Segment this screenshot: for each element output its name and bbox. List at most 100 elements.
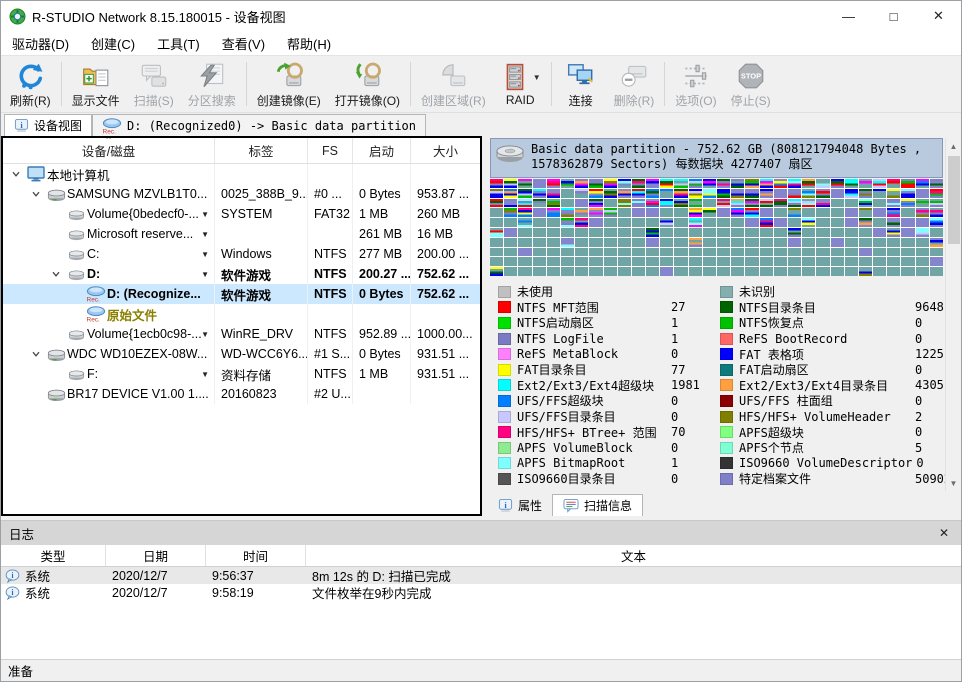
toolbar-button-create-image[interactable]: 创建镜像(E): [250, 56, 328, 112]
device-label-cell: [215, 224, 308, 244]
log-column-header-0[interactable]: 类型: [1, 545, 106, 566]
window-title: R-STUDIO Network 8.15.180015 - 设备视图: [32, 7, 286, 26]
device-tree-row-3[interactable]: Microsoft reserve...▼261 MB16 MB: [3, 224, 480, 244]
device-tree-row-2[interactable]: Volume{0bedecf0-...▼SYSTEMFAT321 MB260 M…: [3, 204, 480, 224]
device-tree-row-10[interactable]: F:▼资料存储NTFS1 MB931.51 ...: [3, 364, 480, 384]
blockmap-cell: [788, 179, 801, 188]
legend-label: Ext2/Ext3/Ext4超级块: [517, 377, 667, 394]
tree-expander-icon[interactable]: [27, 189, 45, 199]
blockmap-cell: [859, 179, 872, 188]
blockmap-cell: [547, 218, 560, 227]
toolbar-button-refresh[interactable]: 刷新(R): [3, 56, 58, 112]
blockmap-cell: [901, 208, 914, 217]
device-tree-row-4[interactable]: C:▼WindowsNTFS277 MB200.00 ...: [3, 244, 480, 264]
tree-expander-icon[interactable]: [7, 169, 25, 179]
device-name: C:: [87, 247, 100, 261]
blockmap-cell: [859, 248, 872, 257]
toolbar: 刷新(R)显示文件扫描(S)分区搜索创建镜像(E)打开镜像(O)创建区域(R)▼…: [1, 56, 961, 113]
scroll-up-icon[interactable]: ▲: [946, 138, 962, 154]
blockmap-cell: [831, 189, 844, 198]
disk-icon: [495, 142, 525, 168]
tree-indent: [3, 314, 67, 315]
log-row-0[interactable]: i系统2020/12/79:56:378m 12s 的 D: 扫描已完成: [1, 567, 961, 584]
toolbar-button-connect[interactable]: 连接: [555, 56, 607, 112]
close-button[interactable]: ✕: [916, 1, 961, 31]
row-dropdown-icon[interactable]: ▼: [201, 210, 209, 219]
row-dropdown-icon[interactable]: ▼: [201, 330, 209, 339]
subtab-scan-info[interactable]: 扫描信息: [552, 494, 643, 516]
blockmap-cell: [618, 189, 631, 198]
device-tree-row-9[interactable]: WDC WD10EZEX-08W...WD-WCC6Y6...#1 S...0 …: [3, 344, 480, 364]
device-tree-row-11[interactable]: BR17 DEVICE V1.00 1....20160823#2 U...: [3, 384, 480, 404]
volume-icon: [65, 248, 87, 261]
legend-swatch: [720, 348, 733, 360]
log-row-1[interactable]: i系统2020/12/79:58:19文件枚举在9秒内完成: [1, 584, 961, 601]
legend-item: APFS超级块0: [720, 424, 938, 440]
device-tree-row-6[interactable]: Rec.D: (Recognize...软件游戏NTFS0 Bytes752.6…: [3, 284, 480, 304]
blockmap-cell: [760, 267, 773, 276]
maximize-button[interactable]: □: [871, 1, 916, 31]
blockmap-cell: [604, 199, 617, 208]
device-start-cell: 0 Bytes: [353, 284, 411, 304]
blockmap-cell: [575, 257, 588, 266]
device-size-cell: [411, 164, 480, 184]
tree-expander-icon[interactable]: [47, 269, 65, 279]
blockmap-cell: [518, 228, 531, 237]
row-dropdown-icon[interactable]: ▼: [201, 370, 209, 379]
log-column-header-1[interactable]: 日期: [106, 545, 206, 566]
log-close-icon[interactable]: ✕: [935, 526, 953, 540]
menu-item-1[interactable]: 创建(C): [80, 31, 146, 55]
blockmap-cell: [561, 179, 574, 188]
legend-label: ReFS BootRecord: [739, 332, 911, 346]
legend-item: NTFS恢复点0: [720, 315, 938, 331]
scrollbar-thumb[interactable]: [948, 156, 960, 244]
menu-item-3[interactable]: 查看(V): [211, 31, 276, 55]
scan-panel-scrollbar[interactable]: ▲ ▼: [945, 138, 961, 491]
device-column-header-1[interactable]: 标签: [215, 138, 308, 163]
device-name-cell: F:▼: [3, 364, 215, 384]
log-column-header-2[interactable]: 时间: [206, 545, 306, 566]
minimize-button[interactable]: —: [826, 1, 871, 31]
device-column-header-3[interactable]: 启动: [353, 138, 411, 163]
raid-dropdown-icon[interactable]: ▼: [533, 73, 541, 82]
device-tree-row-5[interactable]: D:▼软件游戏NTFS200.27 ...752.62 ...: [3, 264, 480, 284]
blockmap-cell: [646, 257, 659, 266]
toolbar-button-raid[interactable]: ▼RAID: [493, 56, 548, 112]
device-tree-row-0[interactable]: 本地计算机: [3, 164, 480, 184]
blockmap-cell: [575, 267, 588, 276]
menu-item-0[interactable]: 驱动器(D): [1, 31, 80, 55]
row-dropdown-icon[interactable]: ▼: [201, 270, 209, 279]
blockmap-cell: [604, 228, 617, 237]
device-column-header-4[interactable]: 大小: [411, 138, 480, 163]
row-dropdown-icon[interactable]: ▼: [201, 230, 209, 239]
toolbar-button-open-image[interactable]: 打开镜像(O): [328, 56, 407, 112]
blockmap-cell: [731, 267, 744, 276]
scroll-down-icon[interactable]: ▼: [946, 475, 962, 491]
legend-item: NTFS目录条目9648: [720, 300, 938, 316]
log-column-header-3[interactable]: 文本: [306, 545, 961, 566]
blockmap-cell: [618, 228, 631, 237]
subtab-properties[interactable]: i属性: [488, 494, 552, 516]
blockmap-cell: [760, 248, 773, 257]
view-tab-1[interactable]: Rec.D: (Recognized0) -> Basic data parti…: [92, 114, 426, 136]
scan-blockmap[interactable]: [490, 179, 943, 276]
row-dropdown-icon[interactable]: ▼: [201, 250, 209, 259]
blockmap-cell: [703, 189, 716, 198]
device-column-header-0[interactable]: ^设备/磁盘: [3, 138, 215, 163]
menu-item-4[interactable]: 帮助(H): [276, 31, 342, 55]
menu-item-2[interactable]: 工具(T): [146, 31, 211, 55]
device-tree-row-8[interactable]: Volume{1ecb0c98-...▼WinRE_DRVNTFS952.89 …: [3, 324, 480, 344]
legend-swatch: [498, 473, 511, 485]
toolbar-button-show-files[interactable]: 显示文件: [65, 56, 127, 112]
view-tab-0[interactable]: i设备视图: [4, 114, 92, 136]
device-tree-row-7[interactable]: Rec.原始文件: [3, 304, 480, 324]
legend-count: 1981: [671, 378, 700, 392]
blockmap-cell: [802, 199, 815, 208]
device-column-header-2[interactable]: FS: [308, 138, 353, 163]
blockmap-cell: [859, 238, 872, 247]
tree-expander-icon[interactable]: [27, 349, 45, 359]
blockmap-cell: [490, 228, 503, 237]
blockmap-cell: [589, 267, 602, 276]
device-tree-row-1[interactable]: SAMSUNG MZVLB1T0...0025_388B_9...#0 ...0…: [3, 184, 480, 204]
blockmap-cell: [887, 179, 900, 188]
